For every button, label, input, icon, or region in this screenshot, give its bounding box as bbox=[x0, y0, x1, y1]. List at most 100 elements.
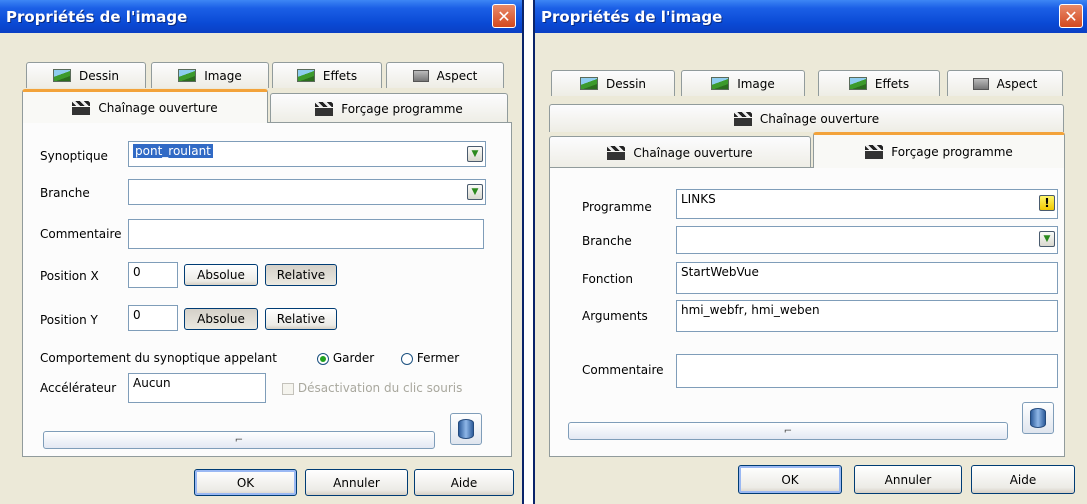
database-button[interactable] bbox=[450, 413, 482, 445]
tab-label: Forçage programme bbox=[891, 144, 1013, 159]
arrow-down-icon: ▼ bbox=[1043, 234, 1051, 244]
synoptique-value: pont_roulant bbox=[133, 144, 213, 158]
comportement-label: Comportement du synoptique appelant bbox=[40, 351, 277, 365]
tab-label: Effets bbox=[322, 68, 358, 83]
database-icon bbox=[1030, 408, 1046, 428]
title-bar[interactable]: Propriétés de l'image ✕ bbox=[0, 0, 522, 33]
tab-label: Effets bbox=[874, 76, 910, 91]
branche-label: Branche bbox=[582, 234, 632, 248]
title-bar[interactable]: Propriétés de l'image ✕ bbox=[535, 0, 1087, 33]
clapperboard-icon bbox=[315, 101, 334, 116]
radio-garder[interactable]: Garder bbox=[317, 351, 374, 365]
tab-chainage-ouverture[interactable]: Chaînage ouverture bbox=[549, 136, 811, 168]
tab-label: Forçage programme bbox=[341, 101, 463, 116]
aide-button[interactable]: Aide bbox=[414, 469, 514, 496]
tab-label: Image bbox=[737, 76, 775, 91]
commentaire-label: Commentaire bbox=[582, 363, 664, 377]
branche-browse-button[interactable]: ▼ bbox=[467, 184, 483, 200]
aspect-icon bbox=[972, 77, 989, 90]
picture-icon bbox=[579, 77, 598, 90]
accelerateur-label: Accélérateur bbox=[40, 381, 117, 395]
tab-image[interactable]: Image bbox=[151, 62, 269, 88]
tab-panel: Synoptique pont_roulant ▼ Branche ▼ Comm… bbox=[22, 122, 512, 457]
ok-button[interactable]: OK bbox=[194, 469, 297, 496]
clapperboard-icon bbox=[733, 111, 752, 126]
radio-fermer[interactable]: Fermer bbox=[401, 351, 459, 365]
clapperboard-icon bbox=[607, 145, 626, 160]
desactivation-checkbox[interactable]: Désactivation du clic souris bbox=[282, 381, 462, 395]
position-y-label: Position Y bbox=[40, 313, 98, 327]
horizontal-scrollbar[interactable]: ⌐ bbox=[43, 431, 435, 449]
branche-field[interactable]: ▼ bbox=[676, 226, 1058, 254]
tab-dessin[interactable]: Dessin bbox=[26, 62, 146, 88]
database-icon bbox=[458, 419, 474, 439]
tab-dessin[interactable]: Dessin bbox=[551, 70, 675, 96]
radio-fermer-label: Fermer bbox=[416, 351, 460, 365]
commentaire-field[interactable] bbox=[128, 219, 484, 249]
aide-button[interactable]: Aide bbox=[971, 465, 1075, 494]
horizontal-scrollbar[interactable]: ⌐ bbox=[568, 422, 1008, 440]
tab-effets[interactable]: Effets bbox=[818, 70, 940, 96]
database-button[interactable] bbox=[1022, 402, 1054, 434]
dialog-image-properties-right: Propriétés de l'image ✕ Dessin Image Eff… bbox=[533, 0, 1087, 504]
programme-warning-button[interactable]: ! bbox=[1039, 195, 1055, 211]
commentaire-label: Commentaire bbox=[40, 227, 122, 241]
programme-label: Programme bbox=[582, 200, 652, 214]
tab-label: Chaînage ouverture bbox=[98, 100, 218, 115]
arguments-field[interactable]: hmi_webfr, hmi_weben bbox=[676, 300, 1058, 332]
fonction-field[interactable]: StartWebVue bbox=[676, 262, 1058, 294]
annuler-button[interactable]: Annuler bbox=[854, 465, 962, 494]
tab-label: Chaînage ouverture bbox=[759, 111, 880, 126]
radio-empty-icon bbox=[401, 352, 413, 365]
position-x-relative-button[interactable]: Relative bbox=[265, 264, 337, 286]
fonction-label: Fonction bbox=[582, 272, 634, 286]
clapperboard-icon bbox=[72, 100, 91, 115]
picture-icon bbox=[178, 69, 197, 82]
position-x-field[interactable]: 0 bbox=[128, 262, 178, 288]
position-x-absolue-button[interactable]: Absolue bbox=[184, 264, 258, 286]
tab-forcage-programme[interactable]: Forçage programme bbox=[813, 132, 1065, 168]
branche-field[interactable]: ▼ bbox=[128, 179, 486, 205]
tab-label: Aspect bbox=[996, 76, 1038, 91]
branche-browse-button[interactable]: ▼ bbox=[1039, 231, 1055, 247]
tab-forcage-programme[interactable]: Forçage programme bbox=[270, 93, 508, 123]
dialog-title: Propriétés de l'image bbox=[541, 8, 723, 26]
tab-chainage-ouverture[interactable]: Chaînage ouverture bbox=[22, 89, 268, 123]
close-button[interactable]: ✕ bbox=[1059, 4, 1083, 28]
synoptique-field[interactable]: pont_roulant ▼ bbox=[128, 141, 486, 167]
radio-garder-label: Garder bbox=[332, 351, 375, 365]
position-x-label: Position X bbox=[40, 269, 99, 283]
arrow-down-icon: ▼ bbox=[471, 149, 479, 159]
picture-icon bbox=[848, 77, 867, 90]
synoptique-label: Synoptique bbox=[40, 149, 108, 163]
arrow-down-icon: ▼ bbox=[471, 187, 479, 197]
close-button[interactable]: ✕ bbox=[492, 4, 516, 28]
tab-aspect[interactable]: Aspect bbox=[947, 70, 1063, 96]
programme-value: LINKS bbox=[681, 192, 716, 206]
radio-selected-icon bbox=[317, 352, 329, 365]
tab-chainage-ouverture-row[interactable]: Chaînage ouverture bbox=[549, 104, 1064, 132]
dialog-image-properties-left: Propriétés de l'image ✕ Dessin Image Eff… bbox=[0, 0, 524, 504]
warning-icon: ! bbox=[1044, 196, 1050, 210]
annuler-button[interactable]: Annuler bbox=[305, 469, 408, 496]
commentaire-field[interactable] bbox=[676, 354, 1058, 388]
arguments-label: Arguments bbox=[582, 309, 648, 323]
synoptique-browse-button[interactable]: ▼ bbox=[467, 146, 483, 162]
aspect-icon bbox=[412, 69, 429, 82]
tab-label: Dessin bbox=[605, 76, 647, 91]
position-y-field[interactable]: 0 bbox=[128, 305, 178, 331]
desactivation-label: Désactivation du clic souris bbox=[297, 381, 463, 395]
tab-effets[interactable]: Effets bbox=[272, 62, 382, 88]
tab-panel: Programme LINKS ! Branche ▼ Fonction Sta… bbox=[549, 167, 1065, 457]
accelerateur-field[interactable]: Aucun bbox=[128, 373, 266, 403]
clapperboard-icon bbox=[865, 144, 884, 159]
position-y-absolue-button[interactable]: Absolue bbox=[184, 308, 258, 330]
ok-button[interactable]: OK bbox=[738, 465, 842, 494]
tab-aspect[interactable]: Aspect bbox=[386, 62, 504, 88]
picture-icon bbox=[52, 69, 71, 82]
tab-label: Chaînage ouverture bbox=[633, 145, 753, 160]
tab-image[interactable]: Image bbox=[681, 70, 805, 96]
picture-icon bbox=[711, 77, 730, 90]
position-y-relative-button[interactable]: Relative bbox=[265, 308, 337, 330]
programme-field[interactable]: LINKS ! bbox=[676, 189, 1058, 219]
